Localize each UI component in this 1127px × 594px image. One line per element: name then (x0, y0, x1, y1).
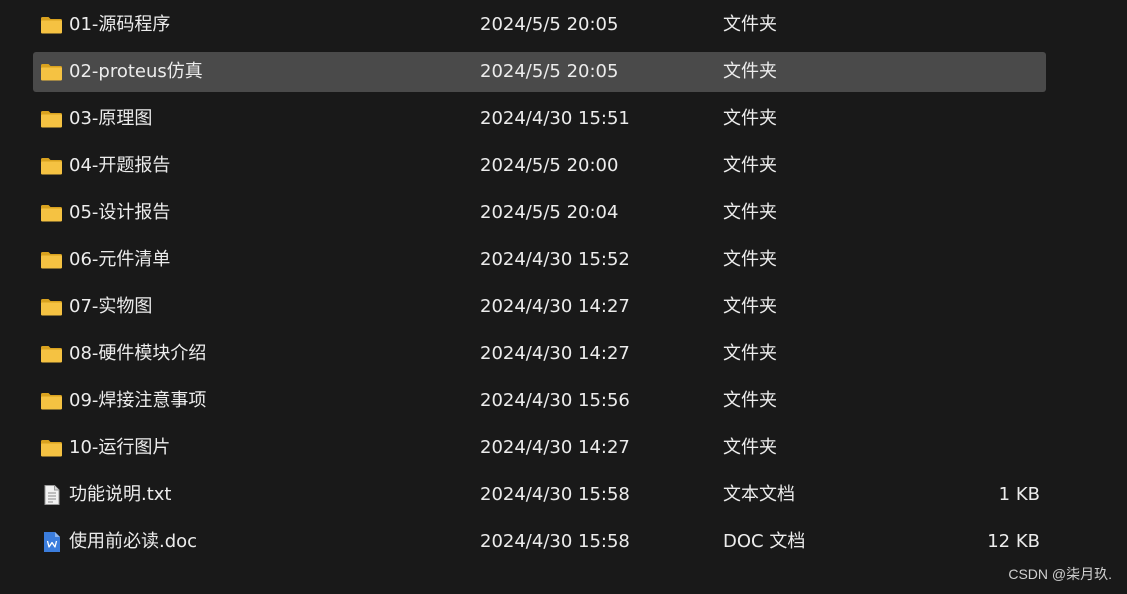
file-date: 2024/4/30 15:52 (480, 249, 630, 270)
file-size: 1 KB (998, 484, 1040, 505)
file-type: 文件夹 (723, 202, 777, 223)
file-date: 2024/5/5 20:00 (480, 155, 619, 176)
folder-icon (40, 250, 63, 270)
file-row[interactable]: 10-运行图片 2024/4/30 14:27 文件夹 (33, 428, 1046, 468)
file-list: 01-源码程序 2024/5/5 20:05 文件夹 02-proteus仿真 … (0, 0, 1127, 594)
file-type: 文本文档 (723, 484, 795, 505)
folder-icon (40, 15, 63, 35)
file-type: 文件夹 (723, 249, 777, 270)
file-row[interactable]: 使用前必读.doc 2024/4/30 15:58 DOC 文档 12 KB (33, 522, 1046, 562)
file-name: 使用前必读.doc (69, 531, 198, 552)
file-row[interactable]: 05-设计报告 2024/5/5 20:04 文件夹 (33, 193, 1046, 233)
folder-icon (40, 297, 63, 317)
file-date: 2024/4/30 14:27 (480, 296, 630, 317)
file-type: 文件夹 (723, 296, 777, 317)
file-type: 文件夹 (723, 390, 777, 411)
file-name: 05-设计报告 (69, 202, 171, 223)
file-type: 文件夹 (723, 61, 777, 82)
file-row[interactable]: 06-元件清单 2024/4/30 15:52 文件夹 (33, 240, 1046, 280)
file-row[interactable]: 02-proteus仿真 2024/5/5 20:05 文件夹 (33, 52, 1046, 92)
file-type: 文件夹 (723, 343, 777, 364)
file-date: 2024/4/30 15:56 (480, 390, 630, 411)
file-name: 03-原理图 (69, 108, 153, 129)
folder-icon (40, 62, 63, 82)
file-type: 文件夹 (723, 155, 777, 176)
file-name: 09-焊接注意事项 (69, 390, 207, 411)
file-name: 06-元件清单 (69, 249, 171, 270)
folder-icon (40, 203, 63, 223)
folder-icon (40, 391, 63, 411)
file-date: 2024/5/5 20:05 (480, 14, 619, 35)
file-type: 文件夹 (723, 14, 777, 35)
file-row[interactable]: 09-焊接注意事项 2024/4/30 15:56 文件夹 (33, 381, 1046, 421)
file-date: 2024/4/30 14:27 (480, 343, 630, 364)
file-row[interactable]: 04-开题报告 2024/5/5 20:00 文件夹 (33, 146, 1046, 186)
file-row[interactable]: 01-源码程序 2024/5/5 20:05 文件夹 (33, 5, 1046, 45)
text-file-icon (40, 485, 63, 505)
file-name: 08-硬件模块介绍 (69, 343, 207, 364)
file-size: 12 KB (987, 531, 1040, 552)
file-row[interactable]: 03-原理图 2024/4/30 15:51 文件夹 (33, 99, 1046, 139)
word-doc-icon (40, 532, 63, 552)
folder-icon (40, 344, 63, 364)
file-type: DOC 文档 (723, 531, 806, 552)
file-row[interactable]: 07-实物图 2024/4/30 14:27 文件夹 (33, 287, 1046, 327)
file-date: 2024/5/5 20:04 (480, 202, 619, 223)
file-row[interactable]: 功能说明.txt 2024/4/30 15:58 文本文档 1 KB (33, 475, 1046, 515)
file-name: 功能说明.txt (69, 484, 172, 505)
file-date: 2024/4/30 15:58 (480, 531, 630, 552)
file-name: 07-实物图 (69, 296, 153, 317)
file-name: 02-proteus仿真 (69, 61, 203, 82)
file-date: 2024/4/30 15:58 (480, 484, 630, 505)
file-date: 2024/4/30 14:27 (480, 437, 630, 458)
folder-icon (40, 438, 63, 458)
file-name: 01-源码程序 (69, 14, 171, 35)
folder-icon (40, 109, 63, 129)
file-date: 2024/4/30 15:51 (480, 108, 630, 129)
watermark: CSDN @柒月玖. (1008, 566, 1112, 582)
file-name: 10-运行图片 (69, 437, 171, 458)
file-name: 04-开题报告 (69, 155, 171, 176)
file-type: 文件夹 (723, 437, 777, 458)
file-type: 文件夹 (723, 108, 777, 129)
folder-icon (40, 156, 63, 176)
file-row[interactable]: 08-硬件模块介绍 2024/4/30 14:27 文件夹 (33, 334, 1046, 374)
file-date: 2024/5/5 20:05 (480, 61, 619, 82)
